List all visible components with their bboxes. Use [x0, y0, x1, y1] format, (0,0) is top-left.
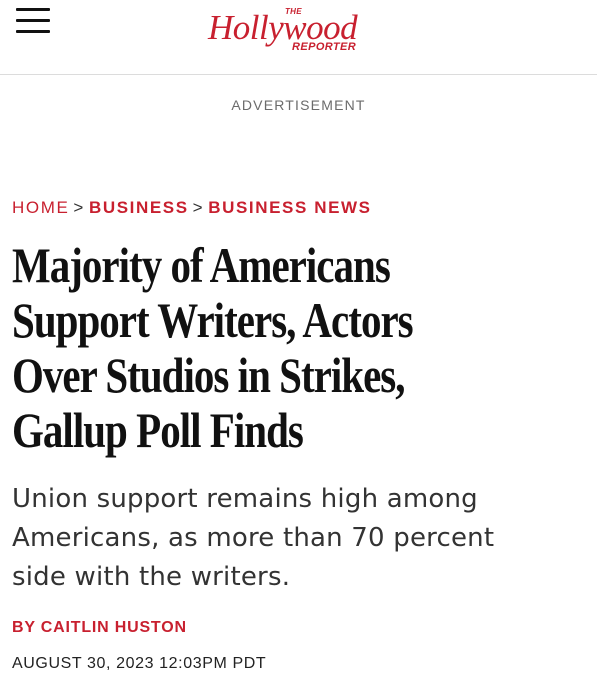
breadcrumb-separator: >	[192, 198, 205, 217]
headline-line: Over Studios in Strikes,	[12, 347, 406, 403]
breadcrumb: HOME > BUSINESS > BUSINESS NEWS	[12, 198, 372, 218]
headline-line: Gallup Poll Finds	[12, 402, 304, 458]
breadcrumb-business-link[interactable]: BUSINESS	[89, 198, 189, 217]
dek-line: Americans, as more than 70 percent	[12, 523, 495, 553]
byline: BY CAITLIN HUSTON	[12, 619, 187, 637]
breadcrumb-business-news-link[interactable]: BUSINESS NEWS	[208, 198, 371, 217]
logo-reporter: REPORTER	[292, 41, 357, 53]
site-header: THE Hollywood REPORTER	[0, 0, 597, 75]
site-logo[interactable]: THE Hollywood REPORTER	[208, 2, 390, 64]
headline-line: Support Writers, Actors	[12, 292, 414, 348]
byline-prefix: BY	[12, 619, 36, 636]
dek-line: Union support remains high among	[12, 484, 478, 514]
dek-line: side with the writers.	[12, 562, 291, 592]
article-dek: Union support remains high among America…	[12, 480, 592, 597]
author-link[interactable]: CAITLIN HUSTON	[41, 619, 187, 636]
breadcrumb-home-link[interactable]: HOME	[12, 198, 69, 217]
hamburger-menu-icon[interactable]	[16, 8, 50, 34]
headline-line: Majority of Americans	[12, 237, 391, 293]
breadcrumb-separator: >	[73, 198, 85, 217]
advertisement-label: ADVERTISEMENT	[231, 97, 366, 113]
publish-date: AUGUST 30, 2023 12:03PM PDT	[12, 655, 267, 672]
article-headline: Majority of Americans Support Writers, A…	[12, 238, 488, 458]
